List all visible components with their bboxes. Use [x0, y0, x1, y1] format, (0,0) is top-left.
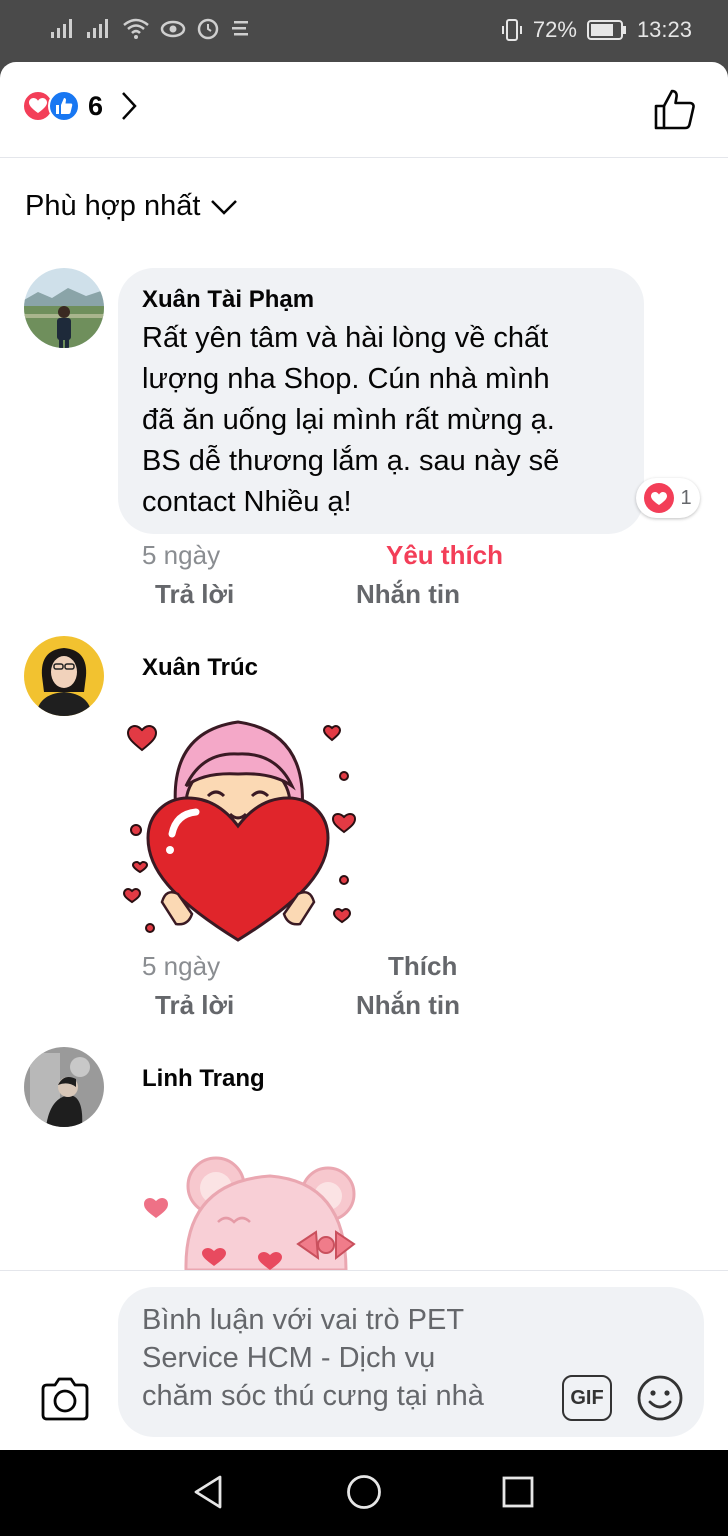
menu-icon	[232, 21, 248, 36]
comment-time[interactable]: 5 ngày	[142, 951, 220, 982]
signal-icon	[87, 19, 108, 38]
comment-bubble[interactable]: Xuân Tài Phạm Rất yên tâm và hài lòng về…	[118, 268, 644, 534]
reaction-count: 6	[88, 90, 104, 121]
love-reaction-icon	[644, 483, 675, 513]
comment-line: contact Nhiều ạ!	[142, 486, 352, 518]
chevron-down-icon	[211, 199, 238, 215]
gif-button[interactable]: GIF	[562, 1375, 612, 1421]
reply-button[interactable]: Trả lời	[155, 579, 234, 610]
sort-dropdown[interactable]: Phù hợp nhất	[25, 190, 238, 223]
home-icon[interactable]	[346, 1474, 382, 1510]
wifi-icon	[123, 18, 149, 39]
vibrate-icon	[501, 19, 522, 41]
gif-label: GIF	[570, 1386, 604, 1409]
commenter-name[interactable]: Linh Trang	[142, 1065, 265, 1093]
comments-sheet: 6 Phù hợp nhất Xuân Tài Phạm Rất yên tâm…	[0, 62, 728, 1450]
system-nav-bar	[0, 1450, 728, 1536]
react-button[interactable]: Yêu thích	[386, 540, 503, 571]
placeholder-line: Service HCM - Dịch vụ	[142, 1342, 436, 1374]
reactions-header: 6	[0, 62, 728, 158]
status-bar: 72% 13:23	[0, 0, 728, 62]
comment-line: đã ăn uống lại mình rất mừng ạ.	[142, 404, 555, 436]
comment-reaction-badge[interactable]: 1	[636, 478, 700, 518]
camera-icon[interactable]	[40, 1377, 90, 1421]
message-button[interactable]: Nhắn tin	[356, 990, 460, 1021]
battery-percent: 72%	[532, 17, 577, 42]
emoji-icon[interactable]	[636, 1374, 684, 1422]
like-reaction-icon	[48, 90, 80, 122]
placeholder-line: chăm sóc thú cưng tại nhà	[142, 1380, 484, 1412]
comment-line: Rất yên tâm và hài lòng về chất	[142, 322, 549, 354]
signal-icon	[51, 19, 72, 38]
chevron-right-icon[interactable]	[121, 91, 137, 121]
eye-icon	[160, 20, 186, 38]
message-button[interactable]: Nhắn tin	[356, 579, 460, 610]
comment-time[interactable]: 5 ngày	[142, 540, 220, 571]
commenter-name[interactable]: Xuân Trúc	[142, 654, 258, 682]
comment-line: BS dễ thương lắm ạ. sau này sẽ	[142, 445, 560, 477]
clock: 13:23	[636, 17, 692, 42]
reactions-summary[interactable]: 6	[22, 90, 137, 122]
comment-placeholder: Bình luận với vai trò PET Service HCM - …	[142, 1301, 542, 1415]
placeholder-line: Bình luận với vai trò PET	[142, 1304, 465, 1336]
reply-button[interactable]: Trả lời	[155, 990, 234, 1021]
sort-label: Phù hợp nhất	[25, 190, 201, 222]
avatar[interactable]	[24, 636, 104, 716]
comment-text: Rất yên tâm và hài lòng về chất lượng nh…	[142, 318, 620, 523]
alarm-icon	[197, 18, 219, 40]
avatar[interactable]	[24, 1047, 104, 1127]
heart-sticker	[122, 720, 357, 942]
back-icon[interactable]	[192, 1474, 224, 1510]
comment-input[interactable]: Bình luận với vai trò PET Service HCM - …	[118, 1287, 704, 1437]
comment-reaction-count: 1	[680, 486, 692, 509]
composer-bar: Bình luận với vai trò PET Service HCM - …	[0, 1270, 728, 1450]
react-button[interactable]: Thích	[388, 951, 457, 982]
bear-sticker	[144, 1156, 356, 1270]
avatar[interactable]	[24, 268, 104, 348]
like-outline-icon[interactable]	[654, 88, 696, 130]
battery-icon	[586, 20, 626, 40]
comment-line: lượng nha Shop. Cún nhà mình	[142, 363, 550, 395]
commenter-name[interactable]: Xuân Tài Phạm	[142, 286, 620, 314]
recents-icon[interactable]	[502, 1476, 534, 1508]
